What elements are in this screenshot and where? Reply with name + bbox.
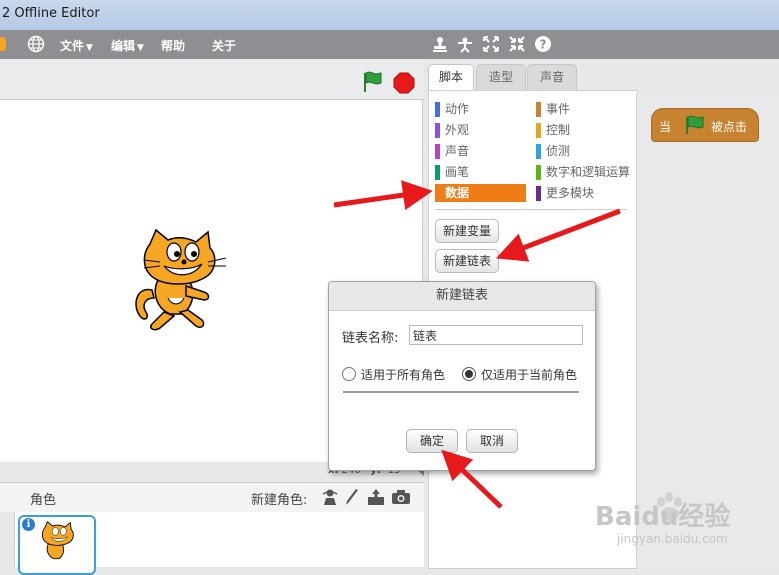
watermark-url: jingyan.baidu.com — [617, 532, 728, 546]
arrow-to-data-category — [333, 180, 433, 210]
watermark-brand: Baidu经验 — [595, 502, 731, 532]
arrow-to-ok-button — [441, 449, 503, 509]
arrow-to-new-list-button — [495, 208, 621, 262]
annotation-arrows — [333, 180, 621, 509]
